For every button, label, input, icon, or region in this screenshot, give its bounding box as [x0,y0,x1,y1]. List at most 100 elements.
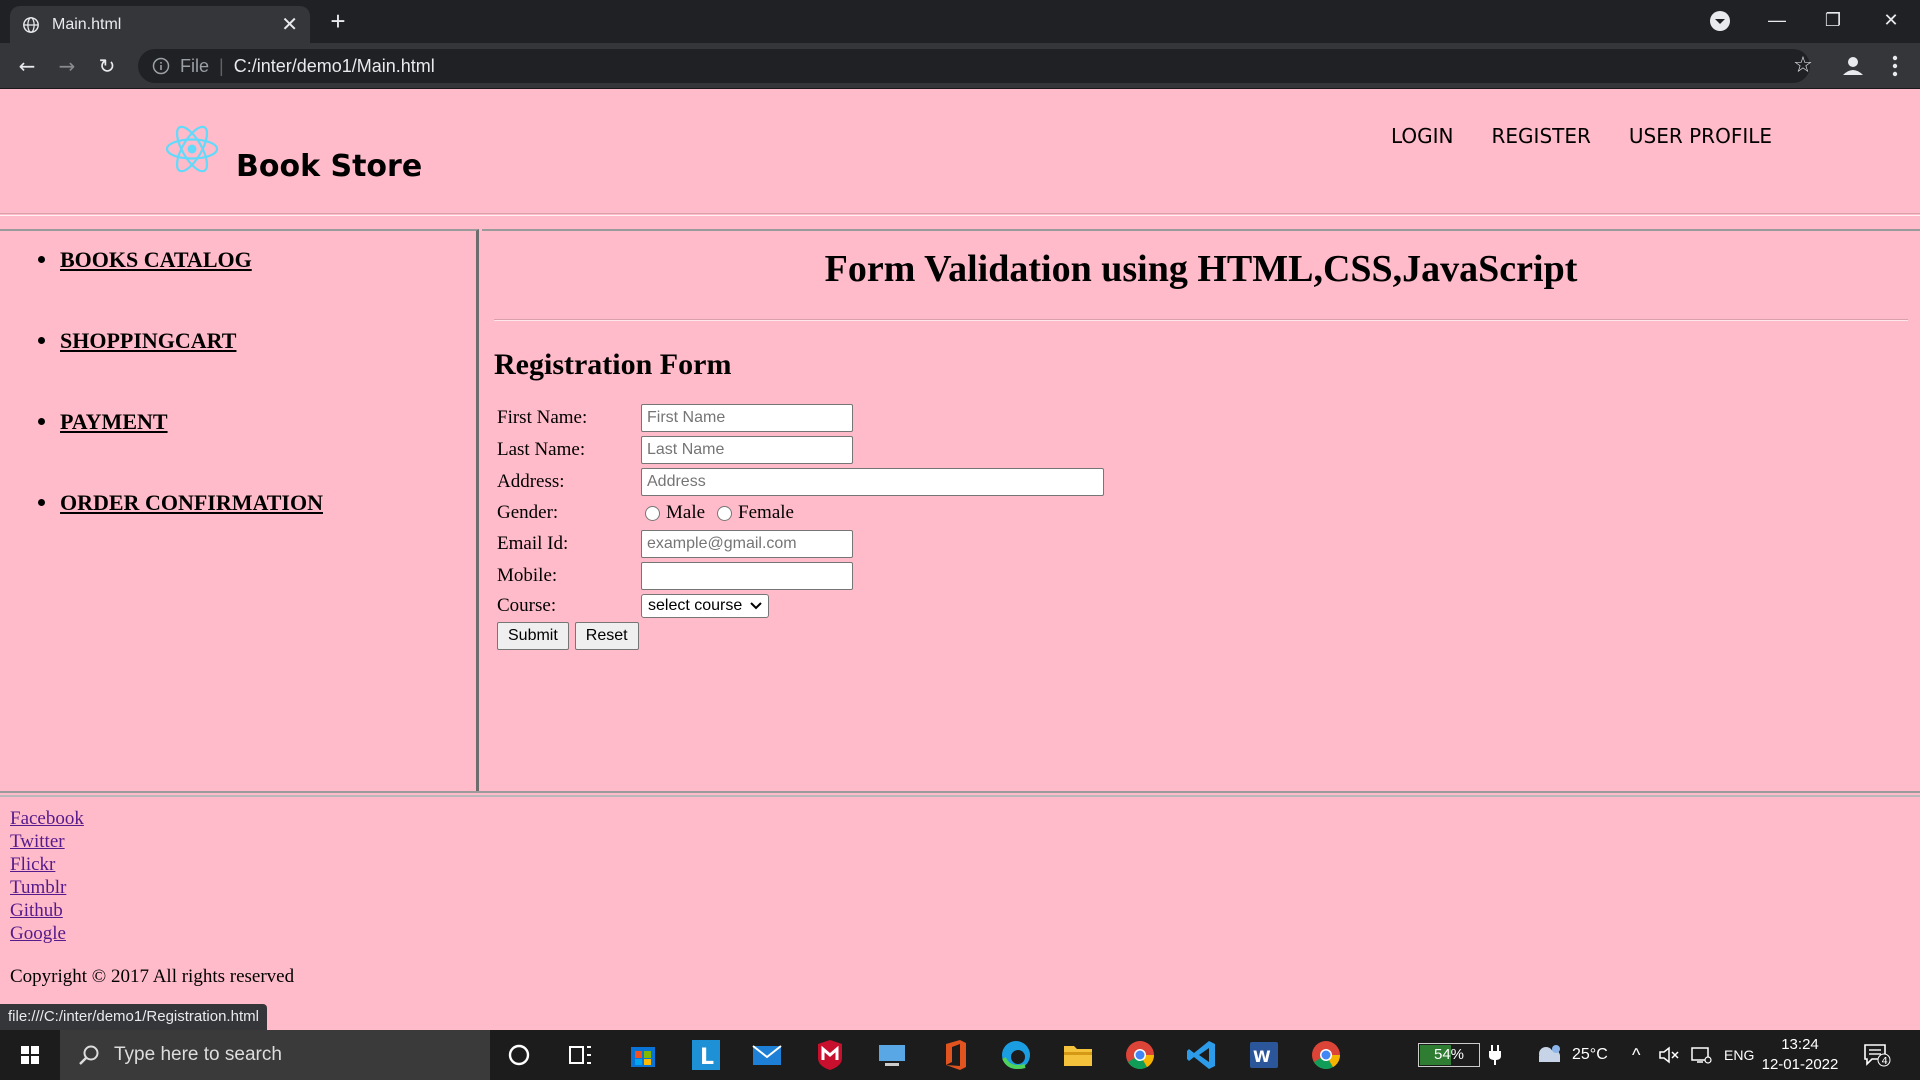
windows-start-icon[interactable] [0,1030,60,1080]
weather-temperature[interactable]: 25°C [1572,1030,1608,1080]
facebook-link[interactable]: Facebook [10,807,84,830]
menu-kebab-icon[interactable] [1880,51,1910,81]
back-icon[interactable]: ← [12,51,42,81]
sidebar-frame: BOOKS CATALOG SHOPPINGCART PAYMENT ORDER… [0,229,479,791]
edge-icon[interactable] [999,1038,1033,1072]
submit-button[interactable]: Submit [497,622,569,650]
course-select-value: select course [648,597,743,614]
weather-cloud-icon[interactable] [1534,1042,1564,1068]
notification-center-icon[interactable]: 4 [1862,1042,1892,1068]
last-name-row: Last Name: [497,436,853,464]
nav-user-profile-link[interactable]: USER PROFILE [1629,124,1772,148]
mobile-input[interactable] [641,562,853,590]
email-row: Email Id: [497,530,853,558]
tab-search-icon[interactable] [1709,10,1731,32]
clock-date: 12-01-2022 [1761,1056,1839,1073]
address-input[interactable] [641,468,1104,496]
address-bar[interactable]: File | C:/inter/demo1/Main.html [138,49,1810,83]
taskbar-search-box[interactable]: Type here to search [60,1030,490,1080]
google-link[interactable]: Google [10,922,84,945]
search-icon [79,1045,99,1065]
title-divider [494,319,1908,321]
address-path[interactable]: C:/inter/demo1/Main.html [234,56,435,77]
books-catalog-link[interactable]: BOOKS CATALOG [60,247,252,272]
gender-female-label: Female [738,502,794,523]
gender-male-label: Male [666,502,706,523]
reset-button[interactable]: Reset [574,622,639,650]
email-input[interactable] [641,530,853,558]
mcafee-icon[interactable] [813,1038,847,1072]
shoppingcart-link[interactable]: SHOPPINGCART [60,328,236,353]
page-title: Form Validation using HTML,CSS,JavaScrip… [824,248,1578,290]
twitter-link[interactable]: Twitter [10,830,84,853]
tab-close-icon[interactable]: ✕ [281,12,298,37]
word-icon[interactable]: W [1247,1038,1281,1072]
windows-taskbar: Type here to search L W 54% 25°C ^ ENG 1… [0,1030,1920,1080]
first-name-input[interactable] [641,404,853,432]
gender-male-radio[interactable] [645,505,660,521]
form-buttons-row: Submit Reset [497,622,645,650]
course-row: Course: select course [497,592,770,620]
order-confirmation-link[interactable]: ORDER CONFIRMATION [60,490,323,515]
office-icon[interactable] [938,1038,972,1072]
payment-link[interactable]: PAYMENT [60,409,168,434]
language-indicator[interactable]: ENG [1724,1030,1754,1080]
minimize-button[interactable]: — [1752,0,1802,40]
network-icon[interactable] [1690,1045,1712,1065]
last-name-input[interactable] [641,436,853,464]
nav-register-link[interactable]: REGISTER [1492,124,1591,148]
svg-text:W: W [1253,1047,1271,1066]
nav-login-link[interactable]: LOGIN [1391,124,1454,148]
chrome-active-icon[interactable] [1309,1038,1343,1072]
cortana-icon[interactable] [502,1038,536,1072]
new-tab-button[interactable]: + [324,6,352,36]
app-l-icon[interactable]: L [689,1038,723,1072]
close-window-button[interactable]: ✕ [1866,0,1916,40]
bookmark-star-icon[interactable]: ☆ [1786,49,1820,83]
gender-female-radio[interactable] [717,505,733,521]
address-separator: | [219,55,224,76]
profile-icon[interactable] [1838,51,1868,81]
info-icon[interactable] [152,57,170,75]
first-name-label: First Name: [497,407,588,428]
sidebar-item-books-catalog: BOOKS CATALOG [38,247,323,272]
react-logo-icon [165,125,219,173]
top-nav: LOGIN REGISTER USER PROFILE [1391,124,1772,148]
course-select[interactable]: select course [641,594,770,618]
tumblr-link[interactable]: Tumblr [10,876,84,899]
address-label: Address: [497,471,565,492]
clock-time: 13:24 [1781,1036,1819,1053]
site-header: Book Store LOGIN REGISTER USER PROFILE [0,89,1920,229]
svg-text:L: L [700,1045,714,1070]
battery-indicator[interactable]: 54% [1418,1043,1480,1067]
speaker-muted-icon[interactable] [1658,1045,1680,1065]
task-view-icon[interactable] [563,1038,597,1072]
forward-icon[interactable]: → [52,51,82,81]
chrome-icon[interactable] [1123,1038,1157,1072]
status-url-bubble: file:///C:/inter/demo1/Registration.html [0,1004,267,1030]
file-explorer-icon[interactable] [1061,1038,1095,1072]
main-frame: Form Validation using HTML,CSS,JavaScrip… [482,229,1920,791]
tray-chevron-up-icon[interactable]: ^ [1632,1030,1640,1080]
gender-row: Gender: Male Female [497,499,802,527]
browser-tab-bar: Main.html ✕ + — ❐ ✕ [0,0,1920,43]
footer-links: Facebook Twitter Flickr Tumblr Github Go… [10,807,84,945]
web-page: Book Store LOGIN REGISTER USER PROFILE B… [0,89,1920,1030]
system-clock[interactable]: 13:24 12-01-2022 [1760,1035,1840,1075]
github-link[interactable]: Github [10,899,84,922]
flickr-link[interactable]: Flickr [10,853,84,876]
microsoft-store-icon[interactable] [626,1038,660,1072]
notification-count: 4 [1882,1056,1888,1067]
globe-icon [23,16,39,33]
mail-icon[interactable] [750,1038,784,1072]
computer-app-icon[interactable] [875,1038,909,1072]
sidebar-item-payment: PAYMENT [38,409,323,434]
reload-icon[interactable]: ↻ [92,51,122,81]
chevron-down-icon [750,602,762,610]
vscode-icon[interactable] [1185,1038,1219,1072]
browser-tab[interactable]: Main.html ✕ [10,6,310,43]
address-row: Address: [497,468,1104,496]
last-name-label: Last Name: [497,439,586,460]
restore-button[interactable]: ❐ [1808,0,1858,40]
browser-toolbar: ← → ↻ File | C:/inter/demo1/Main.html ☆ [0,43,1920,89]
